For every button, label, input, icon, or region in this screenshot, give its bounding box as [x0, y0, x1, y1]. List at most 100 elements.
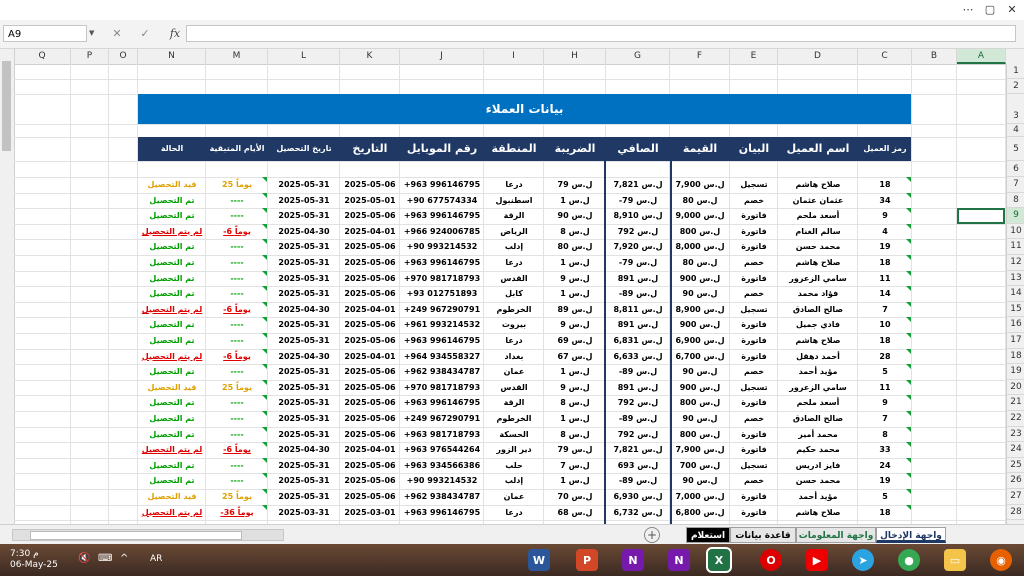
cell-due[interactable]: 2025-05-31	[268, 239, 340, 255]
cell-region[interactable]: دير الزور	[484, 442, 544, 458]
cell-mobile[interactable]: +249 967290791	[400, 302, 484, 318]
cell-value[interactable]: 900 ل.س	[670, 317, 730, 333]
cell-statement[interactable]: فاتورة	[730, 239, 778, 255]
cell-date[interactable]: 2025-05-06	[340, 473, 400, 489]
cell-net[interactable]: 6,732 ل.س	[606, 505, 670, 521]
cell-days[interactable]: ----	[206, 395, 268, 411]
cell-mobile[interactable]: +90 993214532	[400, 239, 484, 255]
cell-code[interactable]: 9	[858, 395, 912, 411]
cell-tax[interactable]: 7 ل.س	[544, 458, 606, 474]
cell-statement[interactable]: فاتورة	[730, 505, 778, 521]
cell-mobile[interactable]: +963 996146795	[400, 177, 484, 193]
cell-tax[interactable]: 9 ل.س	[544, 317, 606, 333]
cell-due[interactable]: 2025-05-31	[268, 255, 340, 271]
cell-mobile[interactable]: +970 981718793	[400, 271, 484, 287]
cell-value[interactable]: 900 ل.س	[670, 271, 730, 287]
cell-due[interactable]: 2025-05-31	[268, 286, 340, 302]
cell-days[interactable]: ----	[206, 317, 268, 333]
cell-code[interactable]: 19	[858, 473, 912, 489]
cell-name[interactable]: صالح الصادق	[778, 302, 858, 318]
row-header[interactable]: 19	[1007, 364, 1024, 380]
row-header[interactable]: 26	[1007, 473, 1024, 489]
cell-mobile[interactable]: +93 012751893	[400, 286, 484, 302]
cell-region[interactable]: حلب	[484, 458, 544, 474]
cell-status[interactable]: لم يتم التحصيل	[138, 442, 206, 458]
cell-name[interactable]: صلاح هاشم	[778, 177, 858, 193]
cell-tax[interactable]: 1 ل.س	[544, 286, 606, 302]
cell-mobile[interactable]: +963 996146795	[400, 255, 484, 271]
cell-due[interactable]: 2025-05-31	[268, 364, 340, 380]
cell-name[interactable]: أسعد ملحم	[778, 395, 858, 411]
cell-days[interactable]: ----	[206, 271, 268, 287]
cell-value[interactable]: 90 ل.س	[670, 364, 730, 380]
cell-tax[interactable]: 89 ل.س	[544, 302, 606, 318]
cell-value[interactable]: 90 ل.س	[670, 286, 730, 302]
cell-days[interactable]: ----	[206, 411, 268, 427]
row-header[interactable]: 12	[1007, 255, 1024, 271]
column-header[interactable]: H	[544, 49, 606, 64]
cell-code[interactable]: 34	[858, 193, 912, 209]
close-window-icon[interactable]: ✕	[1002, 0, 1022, 18]
cell-status[interactable]: تم التحصيل	[138, 473, 206, 489]
cell-code[interactable]: 14	[858, 286, 912, 302]
cell-tax[interactable]: 9 ل.س	[544, 271, 606, 287]
cell-net[interactable]: 8,811 ل.س	[606, 302, 670, 318]
row-header[interactable]: 11	[1007, 239, 1024, 255]
word-icon[interactable]: W	[528, 549, 550, 571]
cell-code[interactable]: 24	[858, 458, 912, 474]
cell-value[interactable]: 8,900 ل.س	[670, 302, 730, 318]
cell-code[interactable]: 7	[858, 411, 912, 427]
cell-region[interactable]: القدس	[484, 380, 544, 396]
cell-status[interactable]: قيد التحصيل	[138, 489, 206, 505]
cell-status[interactable]: لم يتم التحصيل	[138, 302, 206, 318]
cell-net[interactable]: -89 ل.س	[606, 411, 670, 427]
cell-due[interactable]: 2025-05-31	[268, 317, 340, 333]
more-options-icon[interactable]: ⋯	[958, 0, 978, 18]
cell-tax[interactable]: 70 ل.س	[544, 489, 606, 505]
cell-date[interactable]: 2025-03-01	[340, 505, 400, 521]
cell-tax[interactable]: 69 ل.س	[544, 333, 606, 349]
row-header[interactable]: 25	[1007, 458, 1024, 474]
cell-statement[interactable]: خصم	[730, 286, 778, 302]
cell-statement[interactable]: فاتورة	[730, 271, 778, 287]
cell-status[interactable]: تم التحصيل	[138, 411, 206, 427]
telegram-icon[interactable]: ➤	[852, 549, 874, 571]
cell-value[interactable]: 6,900 ل.س	[670, 333, 730, 349]
column-header[interactable]: A	[957, 49, 1006, 64]
cell-mobile[interactable]: +249 967290791	[400, 411, 484, 427]
cell-tax[interactable]: 90 ل.س	[544, 208, 606, 224]
column-header[interactable]: F	[670, 49, 730, 64]
column-header[interactable]: N	[138, 49, 206, 64]
column-header[interactable]: I	[484, 49, 544, 64]
cell-date[interactable]: 2025-05-01	[340, 193, 400, 209]
cell-date[interactable]: 2025-04-01	[340, 224, 400, 240]
cell-value[interactable]: 90 ل.س	[670, 473, 730, 489]
cell-statement[interactable]: فاتورة	[730, 317, 778, 333]
column-header[interactable]: O	[109, 49, 138, 64]
cell-date[interactable]: 2025-05-06	[340, 286, 400, 302]
cell-date[interactable]: 2025-04-01	[340, 349, 400, 365]
cell-status[interactable]: تم التحصيل	[138, 458, 206, 474]
column-header[interactable]: C	[858, 49, 912, 64]
cell-days[interactable]: -36 يوماً	[206, 505, 268, 521]
cell-tax[interactable]: 1 ل.س	[544, 473, 606, 489]
cell-due[interactable]: 2025-05-31	[268, 427, 340, 443]
row-header[interactable]: 21	[1007, 395, 1024, 411]
cell-days[interactable]: -6 يوماً	[206, 302, 268, 318]
cell-region[interactable]: الخرطوم	[484, 411, 544, 427]
cell-mobile[interactable]: +963 996146795	[400, 333, 484, 349]
row-header[interactable]: 5	[1007, 137, 1024, 161]
cell-net[interactable]: 6,633 ل.س	[606, 349, 670, 365]
cell-net[interactable]: 891 ل.س	[606, 380, 670, 396]
cell-days[interactable]: ----	[206, 427, 268, 443]
cell-code[interactable]: 11	[858, 380, 912, 396]
cell-due[interactable]: 2025-05-31	[268, 208, 340, 224]
cell-statement[interactable]: خصم	[730, 411, 778, 427]
cell-value[interactable]: 800 ل.س	[670, 427, 730, 443]
cell-date[interactable]: 2025-05-06	[340, 239, 400, 255]
cell-due[interactable]: 2025-05-31	[268, 458, 340, 474]
cell-region[interactable]: الرقة	[484, 208, 544, 224]
column-header[interactable]: M	[206, 49, 268, 64]
cell-net[interactable]: 8,910 ل.س	[606, 208, 670, 224]
cell-due[interactable]: 2025-04-30	[268, 302, 340, 318]
